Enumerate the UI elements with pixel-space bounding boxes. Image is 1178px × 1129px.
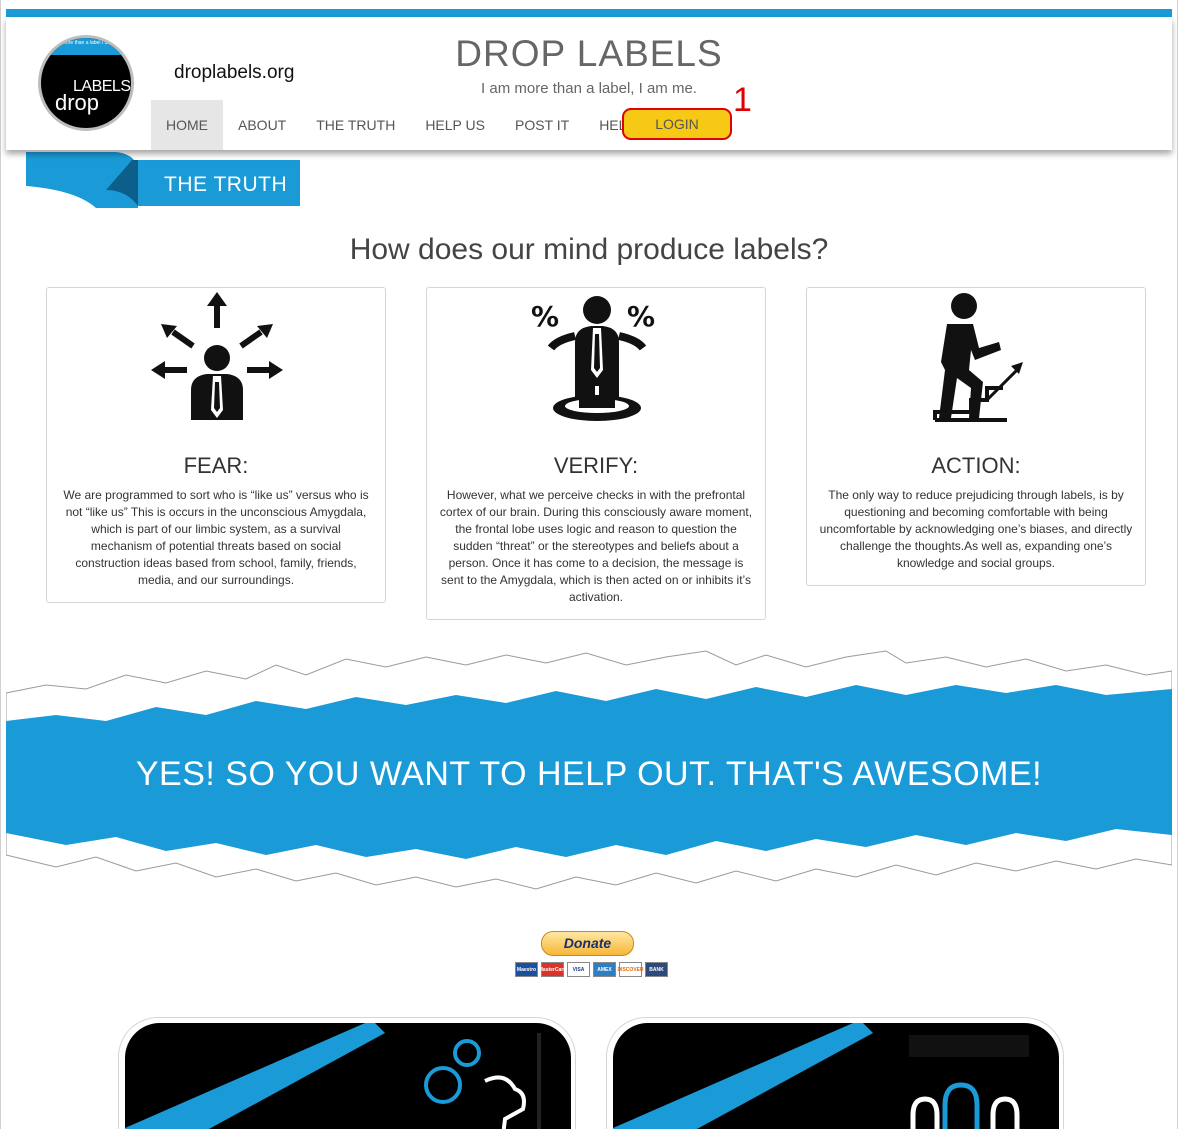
payment-cards: Maestro MasterCard VISA AMEX DISCOVER BA…: [515, 962, 668, 977]
mastercard-card-icon: MasterCard: [539, 962, 566, 977]
top-accent-bar: [6, 9, 1172, 17]
section-title: How does our mind produce labels?: [349, 233, 829, 266]
nav-item-the-truth[interactable]: THE TRUTH: [301, 100, 410, 150]
nav-item-post-it[interactable]: POST IT: [500, 100, 584, 150]
people-group-icon: [613, 1023, 1029, 1129]
info-card-verify: % % VERIFY: However, what we perceive ch…: [426, 287, 766, 620]
visa-card-icon: VISA: [567, 962, 590, 977]
card-body: However, what we perceive checks in with…: [439, 488, 753, 604]
promo-tile-image: [125, 1023, 571, 1129]
brand-tagline: I am more than a label, I am me.: [481, 80, 697, 97]
discover-card-icon: DISCOVER: [617, 962, 644, 977]
info-card-fear: FEAR: We are programmed to sort who is “…: [46, 287, 386, 603]
nav-login-button[interactable]: LOGIN: [622, 108, 732, 140]
brand-title: DROP LABELS: [455, 33, 723, 74]
card-title: FEAR:: [183, 453, 249, 478]
nav-item-help-us[interactable]: HELP US: [410, 100, 500, 150]
main-nav: HOME ABOUT THE TRUTH HELP US POST IT HEL…: [151, 100, 651, 150]
promo-tile-image: [613, 1023, 1059, 1129]
person-climbing-stairs-icon: [933, 293, 1023, 422]
svg-text:%: %: [627, 300, 655, 333]
help-out-banner-text: YES! SO YOU WANT TO HELP OUT. THAT'S AWE…: [135, 755, 1043, 793]
card-title: VERIFY:: [553, 453, 639, 478]
page-ribbon-label: THE TRUTH: [164, 173, 288, 196]
promo-tile-left[interactable]: [118, 1017, 576, 1129]
info-card-action: ACTION: The only way to reduce prejudici…: [806, 287, 1146, 586]
annotation-number: 1: [733, 81, 752, 119]
donate-button[interactable]: Donate: [541, 931, 634, 956]
maestro-card-icon: Maestro: [515, 962, 538, 977]
site-header: I am more than a label I am me. LABELS d…: [6, 17, 1172, 150]
card-body: The only way to reduce prejudicing throu…: [819, 488, 1133, 570]
svg-text:%: %: [531, 300, 559, 333]
card-title: ACTION:: [931, 453, 1021, 478]
card-body: We are programmed to sort who is “like u…: [63, 488, 369, 587]
person-percent-icon: % %: [531, 296, 655, 421]
nav-item-about[interactable]: ABOUT: [223, 100, 301, 150]
amex-card-icon: AMEX: [593, 962, 616, 977]
nav-item-home[interactable]: HOME: [151, 100, 223, 150]
piggy-bank-icon: [125, 1023, 541, 1129]
promo-tile-right[interactable]: [606, 1017, 1064, 1129]
person-arrows-icon: [151, 292, 283, 420]
bank-card-icon: BANK: [645, 962, 668, 977]
